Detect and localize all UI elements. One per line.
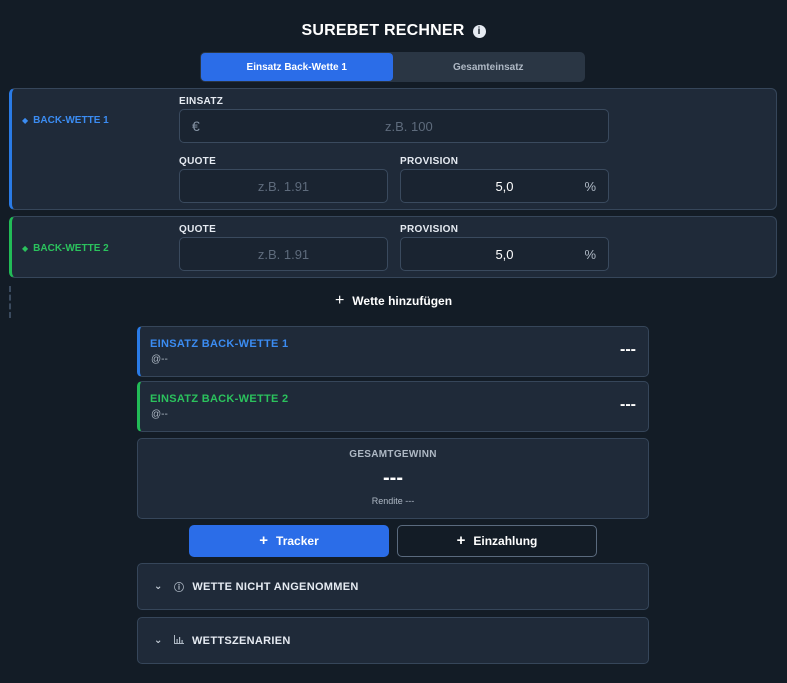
deposit-button[interactable]: + Einzahlung (397, 525, 597, 557)
provision-input-2[interactable]: 5,0 % (400, 237, 609, 271)
add-bet-button[interactable]: + Wette hinzufügen (0, 293, 787, 309)
page-title: SUREBET RECHNER (301, 22, 465, 39)
result-value-1: --- (620, 341, 636, 358)
total-label: GESAMTGEWINN (349, 449, 437, 460)
plus-icon: + (456, 532, 466, 549)
percent-suffix: % (584, 246, 596, 262)
chevron-down-icon: ⌄ (154, 635, 163, 646)
total-value: --- (383, 467, 403, 489)
tracker-label: Tracker (276, 534, 319, 548)
add-bet-label: Wette hinzufügen (352, 294, 453, 308)
info-circle-icon: ⓘ (174, 583, 185, 594)
result-value-2: --- (620, 396, 636, 413)
bet-label-text: BACK-WETTE 2 (33, 243, 109, 254)
bet-label-2: ◆ BACK-WETTE 2 (22, 243, 109, 254)
percent-suffix: % (584, 178, 596, 194)
quote-placeholder-1: z.B. 1.91 (257, 178, 310, 194)
accordion-label: WETTSZENARIEN (192, 634, 291, 647)
result-card-2: EINSATZ BACK-WETTE 2 @-- --- (137, 381, 649, 432)
tab-gesamteinsatz[interactable]: Gesamteinsatz (393, 53, 585, 81)
quote-input-2[interactable]: z.B. 1.91 (179, 237, 388, 271)
mode-toggle: Einsatz Back-Wette 1 Gesamteinsatz (200, 52, 585, 82)
quote-placeholder-2: z.B. 1.91 (257, 246, 310, 262)
provision-value-1: 5,0 (495, 178, 514, 194)
provision-label-2: PROVISION (400, 224, 459, 235)
deposit-label: Einzahlung (473, 534, 538, 548)
plus-icon: + (259, 532, 269, 549)
bet-label-text: BACK-WETTE 1 (33, 115, 109, 126)
result-title-1: EINSATZ BACK-WETTE 1 (150, 338, 289, 350)
quote-input-1[interactable]: z.B. 1.91 (179, 169, 388, 203)
chevron-down-icon: ⌄ (154, 581, 163, 592)
provision-label-1: PROVISION (400, 156, 459, 167)
bet-label-1: ◆ BACK-WETTE 1 (22, 115, 109, 126)
rendite-text: Rendite --- (371, 496, 415, 506)
bet-card-1: ◆ BACK-WETTE 1 EINSATZ € z.B. 100 QUOTE … (9, 88, 777, 210)
tracker-button[interactable]: + Tracker (189, 525, 389, 557)
einsatz-input[interactable]: € z.B. 100 (179, 109, 609, 143)
result-odds-1: @-- (151, 354, 168, 365)
accordion-label: WETTE NICHT ANGENOMMEN (192, 580, 359, 593)
quote-label-1: QUOTE (179, 156, 217, 167)
tab-einsatz-back-wette-1[interactable]: Einsatz Back-Wette 1 (201, 53, 393, 81)
result-odds-2: @-- (151, 409, 168, 420)
einsatz-placeholder: z.B. 100 (385, 118, 433, 134)
accordion-bet-scenarios[interactable]: ⌄ WETTSZENARIEN (137, 617, 649, 664)
chart-icon (174, 634, 184, 647)
provision-input-1[interactable]: 5,0 % (400, 169, 609, 203)
euro-prefix: € (192, 118, 200, 134)
page-header: SUREBET RECHNER i (0, 22, 787, 40)
result-card-1: EINSATZ BACK-WETTE 1 @-- --- (137, 326, 649, 377)
result-title-2: EINSATZ BACK-WETTE 2 (150, 393, 289, 405)
provision-value-2: 5,0 (495, 246, 514, 262)
einsatz-label: EINSATZ (179, 96, 224, 107)
total-profit-card: GESAMTGEWINN --- Rendite --- (137, 438, 649, 519)
accordion-bet-not-accepted[interactable]: ⌄ ⓘ WETTE NICHT ANGENOMMEN (137, 563, 649, 610)
plus-icon: + (334, 292, 345, 309)
quote-label-2: QUOTE (179, 224, 217, 235)
diamond-icon: ◆ (22, 244, 29, 253)
info-icon[interactable]: i (472, 24, 486, 38)
bet-card-2: ◆ BACK-WETTE 2 QUOTE z.B. 1.91 PROVISION… (9, 216, 777, 278)
diamond-icon: ◆ (22, 116, 29, 125)
